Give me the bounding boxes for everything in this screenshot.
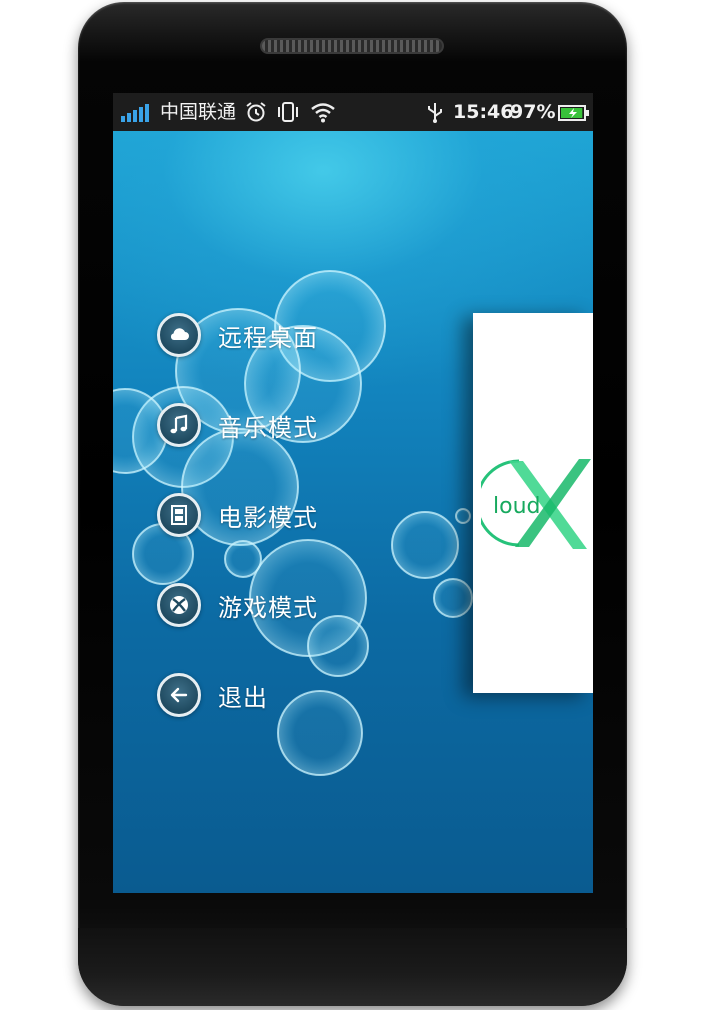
film-icon: [157, 493, 201, 537]
menu-item-label: 电影模式: [218, 503, 318, 532]
screen: 中国联通 15:46 97% 远程桌面 音乐模式 电影模式 游戏模式 退出 lo…: [113, 93, 593, 893]
wifi-icon: [311, 103, 335, 123]
menu-item-label: 远程桌面: [218, 323, 318, 352]
xbox-icon: [157, 583, 201, 627]
cloud-icon: [157, 313, 201, 357]
alarm-icon: [246, 102, 266, 122]
music-note-icon: [157, 403, 201, 447]
usb-icon: [428, 103, 442, 123]
menu-item-exit[interactable]: 退出: [157, 670, 377, 720]
menu-item-game-mode[interactable]: 游戏模式: [157, 580, 377, 630]
clock: 15:46: [453, 101, 514, 123]
carrier-name: 中国联通: [160, 101, 237, 123]
battery-charging-icon: [558, 105, 589, 121]
phone-chin: [78, 928, 627, 1006]
vibrate-icon: [278, 102, 298, 122]
signal-icon: [121, 104, 149, 122]
menu-item-movie-mode[interactable]: 电影模式: [157, 490, 377, 540]
menu-item-remote-desktop[interactable]: 远程桌面: [157, 310, 377, 360]
main-content-panel[interactable]: loud: [473, 313, 593, 693]
battery-percent: 97%: [510, 101, 556, 123]
cloudx-logo: loud: [481, 459, 591, 549]
menu-item-label: 音乐模式: [218, 413, 318, 442]
menu-item-label: 游戏模式: [218, 593, 318, 622]
menu-item-music-mode[interactable]: 音乐模式: [157, 400, 377, 450]
earpiece-speaker: [260, 38, 444, 54]
back-arrow-icon: [157, 673, 201, 717]
status-bar: 中国联通 15:46 97%: [113, 93, 593, 131]
logo-text: loud: [493, 494, 540, 519]
menu-item-label: 退出: [218, 683, 268, 712]
